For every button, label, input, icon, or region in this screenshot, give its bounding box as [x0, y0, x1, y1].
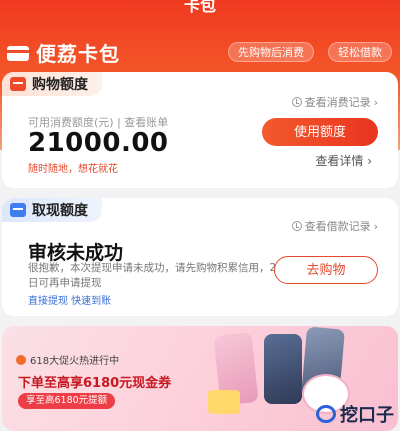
watermark: 挖口子 [316, 401, 394, 427]
shopping-credit-card: 购物额度 查看消费记录 › 可用消费额度(元) | 查看账单 21000.00 … [2, 72, 398, 188]
cash-credit-tag: 取现额度 [2, 198, 102, 222]
promo-headline: 下单至高享6180元现金券 [18, 376, 172, 391]
promo-badge: 618大促火热进行中 [16, 352, 119, 367]
brand-name: 便荔卡包 [36, 42, 120, 66]
clock-icon [291, 97, 302, 107]
watermark-text: 挖口子 [340, 405, 394, 426]
view-spending-history-link[interactable]: 查看消费记录 › [291, 94, 378, 110]
clock-icon [291, 221, 302, 231]
view-details-link[interactable]: 查看详情 › [315, 152, 372, 169]
pill-buy-now-pay-later[interactable]: 先购物后消费 [228, 42, 314, 62]
view-spending-history-label: 查看消费记录 [304, 96, 371, 109]
cash-credit-card: 取现额度 查看借款记录 › 审核未成功 很抱歉，本次提现申请未成功，请先购物积累… [2, 198, 398, 316]
go-shopping-button[interactable]: 去购物 [274, 256, 378, 284]
card-icon [10, 203, 26, 217]
shopping-credit-tag: 购物额度 [2, 72, 102, 96]
chevron-right-icon: › [373, 95, 378, 109]
shopping-bag-icon [10, 77, 26, 91]
watermark-logo-icon [316, 405, 336, 423]
view-details-label: 查看详情 [315, 154, 364, 168]
promo-banner[interactable]: 618大促火热进行中 下单至高享6180元现金券 享至高6180元提额 挖口子 [2, 326, 398, 431]
chevron-right-icon: › [367, 154, 372, 168]
promo-flame-icon [16, 354, 26, 365]
view-loan-history-label: 查看借款记录 [304, 220, 371, 233]
gift-box-image [208, 390, 240, 414]
promo-credit-boost[interactable]: 享至高6180元提额 [18, 393, 116, 409]
credit-slogan: 随时随地，想花就花 [28, 164, 118, 175]
brand: 便荔卡包 [6, 38, 120, 67]
pill-easy-loan[interactable]: 轻松借款 [328, 42, 392, 62]
shopping-credit-tag-label: 购物额度 [32, 77, 88, 93]
promo-badge-label: 618大促火热进行中 [30, 356, 120, 367]
available-credit-amount: 21000.00 [28, 128, 169, 158]
view-loan-history-link[interactable]: 查看借款记录 › [291, 218, 378, 234]
withdraw-links[interactable]: 直接提现 快速到账 [28, 292, 111, 307]
phone-image [264, 334, 302, 404]
cash-credit-tag-label: 取现额度 [32, 203, 88, 219]
use-credit-button[interactable]: 使用额度 [262, 118, 378, 146]
wallet-icon [7, 45, 29, 61]
review-status-description: 很抱歉，本次提现申请未成功，请先购物积累信用，25日可再申请提现 [28, 262, 283, 289]
chevron-right-icon: › [373, 219, 378, 233]
page-title: 卡包 [183, 0, 216, 15]
